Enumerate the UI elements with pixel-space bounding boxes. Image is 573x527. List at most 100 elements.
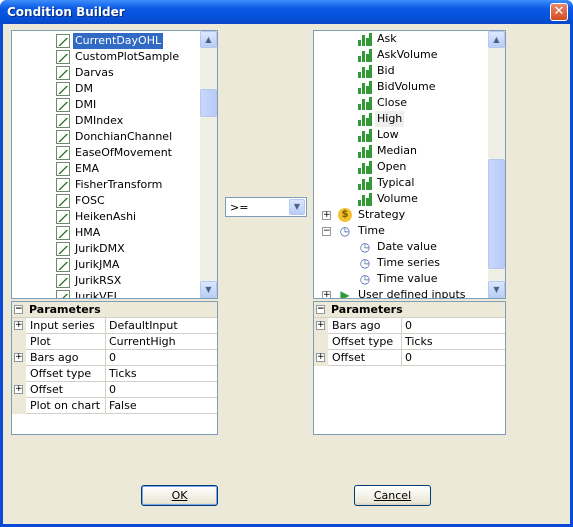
clock-icon: ◷ [359, 240, 371, 254]
parameter-row[interactable]: Offset type Ticks [12, 366, 217, 382]
parameters-category[interactable]: − Parameters [12, 302, 217, 318]
tree-item[interactable]: DMIndex [12, 113, 202, 129]
tree-item[interactable]: + $ Strategy [314, 207, 490, 223]
indicator-chart-icon [56, 50, 70, 64]
parameter-value[interactable]: False [106, 398, 217, 414]
title-bar[interactable]: Condition Builder ✕ [0, 0, 573, 24]
parameter-value[interactable]: Ticks [106, 366, 217, 382]
indicator-chart-icon [56, 258, 70, 272]
tree-item-label: Low [377, 128, 399, 141]
tree-item[interactable]: Typical [314, 175, 490, 191]
tree-item[interactable]: Median [314, 143, 490, 159]
expand-icon[interactable]: + [316, 353, 325, 362]
parameter-value[interactable]: 0 [402, 318, 505, 334]
parameter-value[interactable]: DefaultInput [106, 318, 217, 334]
tree-item-label: HeikenAshi [75, 210, 137, 223]
tree-item[interactable]: Darvas [12, 65, 202, 81]
tree-item[interactable]: DonchianChannel [12, 129, 202, 145]
scroll-up-button[interactable]: ▲ [200, 31, 217, 48]
parameter-value[interactable]: 0 [106, 382, 217, 398]
expand-icon[interactable]: + [322, 291, 331, 298]
parameter-row[interactable]: Offset type Ticks [314, 334, 505, 350]
bars-icon [358, 128, 372, 142]
tree-item[interactable]: Close [314, 95, 490, 111]
tree-item[interactable]: Low [314, 127, 490, 143]
parameter-row[interactable]: + Bars ago 0 [314, 318, 505, 334]
parameters-category[interactable]: − Parameters [314, 302, 505, 318]
expand-icon[interactable]: + [14, 385, 23, 394]
tree-item[interactable]: EMA [12, 161, 202, 177]
tree-item[interactable]: DMI [12, 97, 202, 113]
tree-item[interactable]: BidVolume [314, 79, 490, 95]
parameters-header: Parameters [331, 303, 403, 316]
tree-item[interactable]: ◷ Time series [314, 255, 490, 271]
parameter-row[interactable]: + Offset 0 [12, 382, 217, 398]
scroll-up-button[interactable]: ▲ [488, 31, 505, 48]
collapse-toggle[interactable]: − [14, 305, 23, 314]
tree-item-label: Median [377, 144, 418, 157]
indicator-chart-icon [56, 162, 70, 176]
ok-button[interactable]: OK [141, 485, 218, 506]
tree-item[interactable]: FOSC [12, 193, 202, 209]
parameter-row[interactable]: + Offset 0 [314, 350, 505, 366]
tree-item-label: Ask [377, 32, 397, 45]
tree-item[interactable]: Ask [314, 31, 490, 47]
parameter-row[interactable]: + Bars ago 0 [12, 350, 217, 366]
tree-item[interactable]: HeikenAshi [12, 209, 202, 225]
tree-item[interactable]: CustomPlotSample [12, 49, 202, 65]
tree-item[interactable]: JurikVEL [12, 289, 202, 298]
parameter-value[interactable]: 0 [106, 350, 217, 366]
right-value-tree[interactable]: Ask AskVolume Bid BidVolume Close High Low Medi… [313, 30, 506, 299]
tree-item[interactable]: HMA [12, 225, 202, 241]
parameter-value[interactable]: 0 [402, 350, 505, 366]
tree-item-label: Time [358, 224, 385, 237]
tree-item[interactable]: − ◷ Time [314, 223, 490, 239]
scroll-thumb[interactable] [200, 89, 217, 117]
tree-item[interactable]: Open [314, 159, 490, 175]
tree-item[interactable]: JurikJMA [12, 257, 202, 273]
parameters-header: Parameters [29, 303, 101, 316]
tree-item[interactable]: ◷ Time value [314, 271, 490, 287]
bars-icon [358, 80, 372, 94]
left-tree-scrollbar[interactable]: ▲ ▼ [200, 31, 217, 298]
tree-item[interactable]: EaseOfMovement [12, 145, 202, 161]
tree-item[interactable]: AskVolume [314, 47, 490, 63]
parameter-row[interactable]: Plot CurrentHigh [12, 334, 217, 350]
tree-item[interactable]: JurikRSX [12, 273, 202, 289]
bars-icon [358, 160, 372, 174]
chevron-down-icon[interactable]: ▼ [289, 199, 305, 215]
left-indicator-tree[interactable]: CurrentDayOHL CustomPlotSample Darvas DM DMI… [11, 30, 218, 299]
parameter-row[interactable]: + Input series DefaultInput [12, 318, 217, 334]
tree-item[interactable]: FisherTransform [12, 177, 202, 193]
scroll-down-button[interactable]: ▼ [488, 281, 505, 298]
tree-item-label: CustomPlotSample [75, 50, 180, 63]
tree-item[interactable]: ◷ Date value [314, 239, 490, 255]
tree-item[interactable]: JurikDMX [12, 241, 202, 257]
tree-item[interactable]: Bid [314, 63, 490, 79]
scroll-down-button[interactable]: ▼ [200, 281, 217, 298]
bars-icon [358, 48, 372, 62]
indicator-chart-icon [56, 98, 70, 112]
tree-item[interactable]: + ▶ User defined inputs [314, 287, 490, 298]
close-button[interactable]: ✕ [550, 3, 568, 21]
tree-item[interactable]: High [314, 111, 490, 127]
expand-icon[interactable]: + [322, 211, 331, 220]
parameter-value[interactable]: Ticks [402, 334, 505, 350]
scroll-thumb[interactable] [488, 159, 505, 269]
indicator-chart-icon [56, 226, 70, 240]
cancel-button[interactable]: Cancel [354, 485, 431, 506]
expand-icon[interactable]: + [14, 353, 23, 362]
tree-item[interactable]: Volume [314, 191, 490, 207]
parameter-value[interactable]: CurrentHigh [106, 334, 217, 350]
collapse-toggle[interactable]: − [316, 305, 325, 314]
tree-item[interactable]: DM [12, 81, 202, 97]
parameter-row[interactable]: Plot on chart False [12, 398, 217, 414]
tree-item-label: DMI [75, 98, 97, 111]
tree-item[interactable]: CurrentDayOHL [12, 33, 202, 49]
collapse-icon[interactable]: − [322, 227, 331, 236]
indicator-chart-icon [56, 114, 70, 128]
expand-icon[interactable]: + [316, 321, 325, 330]
operator-combobox[interactable]: >= ▼ [225, 197, 307, 217]
expand-icon[interactable]: + [14, 321, 23, 330]
right-tree-scrollbar[interactable]: ▲ ▼ [488, 31, 505, 298]
